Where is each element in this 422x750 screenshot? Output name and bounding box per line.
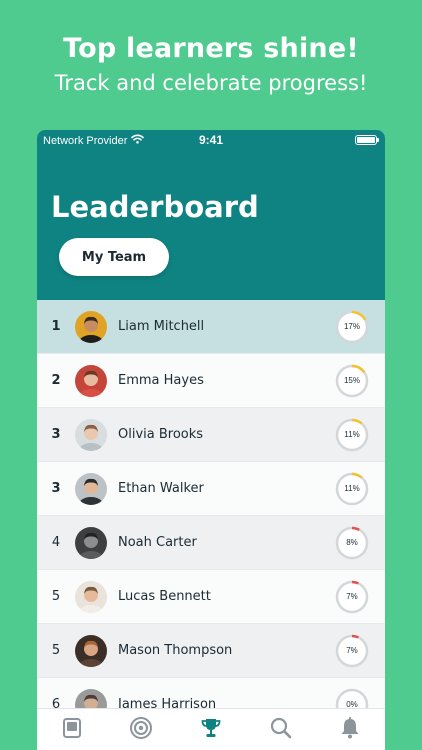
leaderboard-row[interactable]: 4 Noah Carter 8% — [37, 516, 385, 570]
learner-name: Liam Mitchell — [118, 319, 205, 334]
battery-icon — [355, 135, 379, 145]
promo-subtitle: Track and celebrate progress! — [54, 71, 368, 95]
rank-number: 2 — [51, 373, 61, 388]
tab-search[interactable] — [261, 714, 301, 746]
avatar — [75, 526, 107, 559]
rank-number: 5 — [51, 643, 61, 658]
page-title: Leaderboard — [51, 190, 259, 224]
avatar — [75, 418, 107, 451]
rank-number: 5 — [51, 589, 61, 604]
rank-number: 4 — [51, 535, 61, 550]
progress-percent: 8% — [346, 537, 358, 547]
progress-percent: 17% — [343, 321, 360, 331]
phone-screen: Network Provider 9:41 Leaderboard My Tea… — [37, 130, 385, 750]
book-icon — [61, 717, 83, 744]
avatar — [75, 364, 107, 397]
leaderboard-row[interactable]: 5 Lucas Bennett 7% — [37, 570, 385, 624]
avatar — [75, 472, 107, 505]
progress-ring: 7% — [335, 634, 369, 668]
progress-ring: 15% — [335, 364, 369, 398]
status-bar: Network Provider 9:41 — [37, 130, 385, 150]
progress-percent: 11% — [344, 429, 360, 439]
leaderboard-row[interactable]: 3 Ethan Walker 11% — [37, 462, 385, 516]
bell-icon — [339, 716, 361, 745]
tab-trophy[interactable] — [191, 714, 231, 746]
progress-percent: 11% — [344, 483, 360, 493]
trophy-icon — [199, 716, 223, 745]
leaderboard-row[interactable]: 2 Emma Hayes 15% — [37, 354, 385, 408]
progress-ring: 17% — [335, 310, 369, 344]
clock: 9:41 — [198, 133, 224, 147]
leaderboard-header: Network Provider 9:41 Leaderboard My Tea… — [37, 130, 385, 300]
leaderboard-row[interactable]: 5 Mason Thompson 7% — [37, 624, 385, 678]
avatar — [75, 310, 107, 343]
learner-name: Olivia Brooks — [118, 427, 204, 442]
tab-book[interactable] — [52, 714, 92, 746]
rank-number: 3 — [51, 481, 61, 496]
leaderboard-row[interactable]: 1 Liam Mitchell 17% — [37, 300, 385, 354]
progress-ring: 8% — [335, 526, 369, 560]
progress-ring: 7% — [335, 580, 369, 614]
progress-percent: 15% — [343, 375, 360, 385]
progress-ring: 11% — [335, 418, 369, 452]
progress-ring: 11% — [335, 472, 369, 506]
rank-number: 1 — [51, 319, 61, 334]
learner-name: Lucas Bennett — [118, 589, 211, 604]
progress-percent: 7% — [346, 591, 358, 601]
target-icon — [129, 716, 153, 745]
progress-percent: 7% — [346, 645, 358, 655]
tab-target[interactable] — [121, 714, 161, 746]
rank-number: 3 — [51, 427, 61, 442]
avatar — [75, 634, 107, 667]
learner-name: Noah Carter — [118, 535, 197, 550]
tab-bell[interactable] — [330, 714, 370, 746]
search-icon — [269, 716, 293, 745]
my-team-button[interactable]: My Team — [59, 238, 169, 276]
tab-bar — [37, 708, 385, 750]
leaderboard-list: 1 Liam Mitchell 17% 2 Emma Hayes 15% 3 Olivia B… — [37, 300, 385, 732]
learner-name: Emma Hayes — [118, 373, 204, 388]
learner-name: Mason Thompson — [118, 643, 233, 658]
promo-title: Top learners shine! — [63, 33, 359, 64]
avatar — [75, 580, 107, 613]
learner-name: Ethan Walker — [118, 481, 204, 496]
leaderboard-row[interactable]: 3 Olivia Brooks 11% — [37, 408, 385, 462]
